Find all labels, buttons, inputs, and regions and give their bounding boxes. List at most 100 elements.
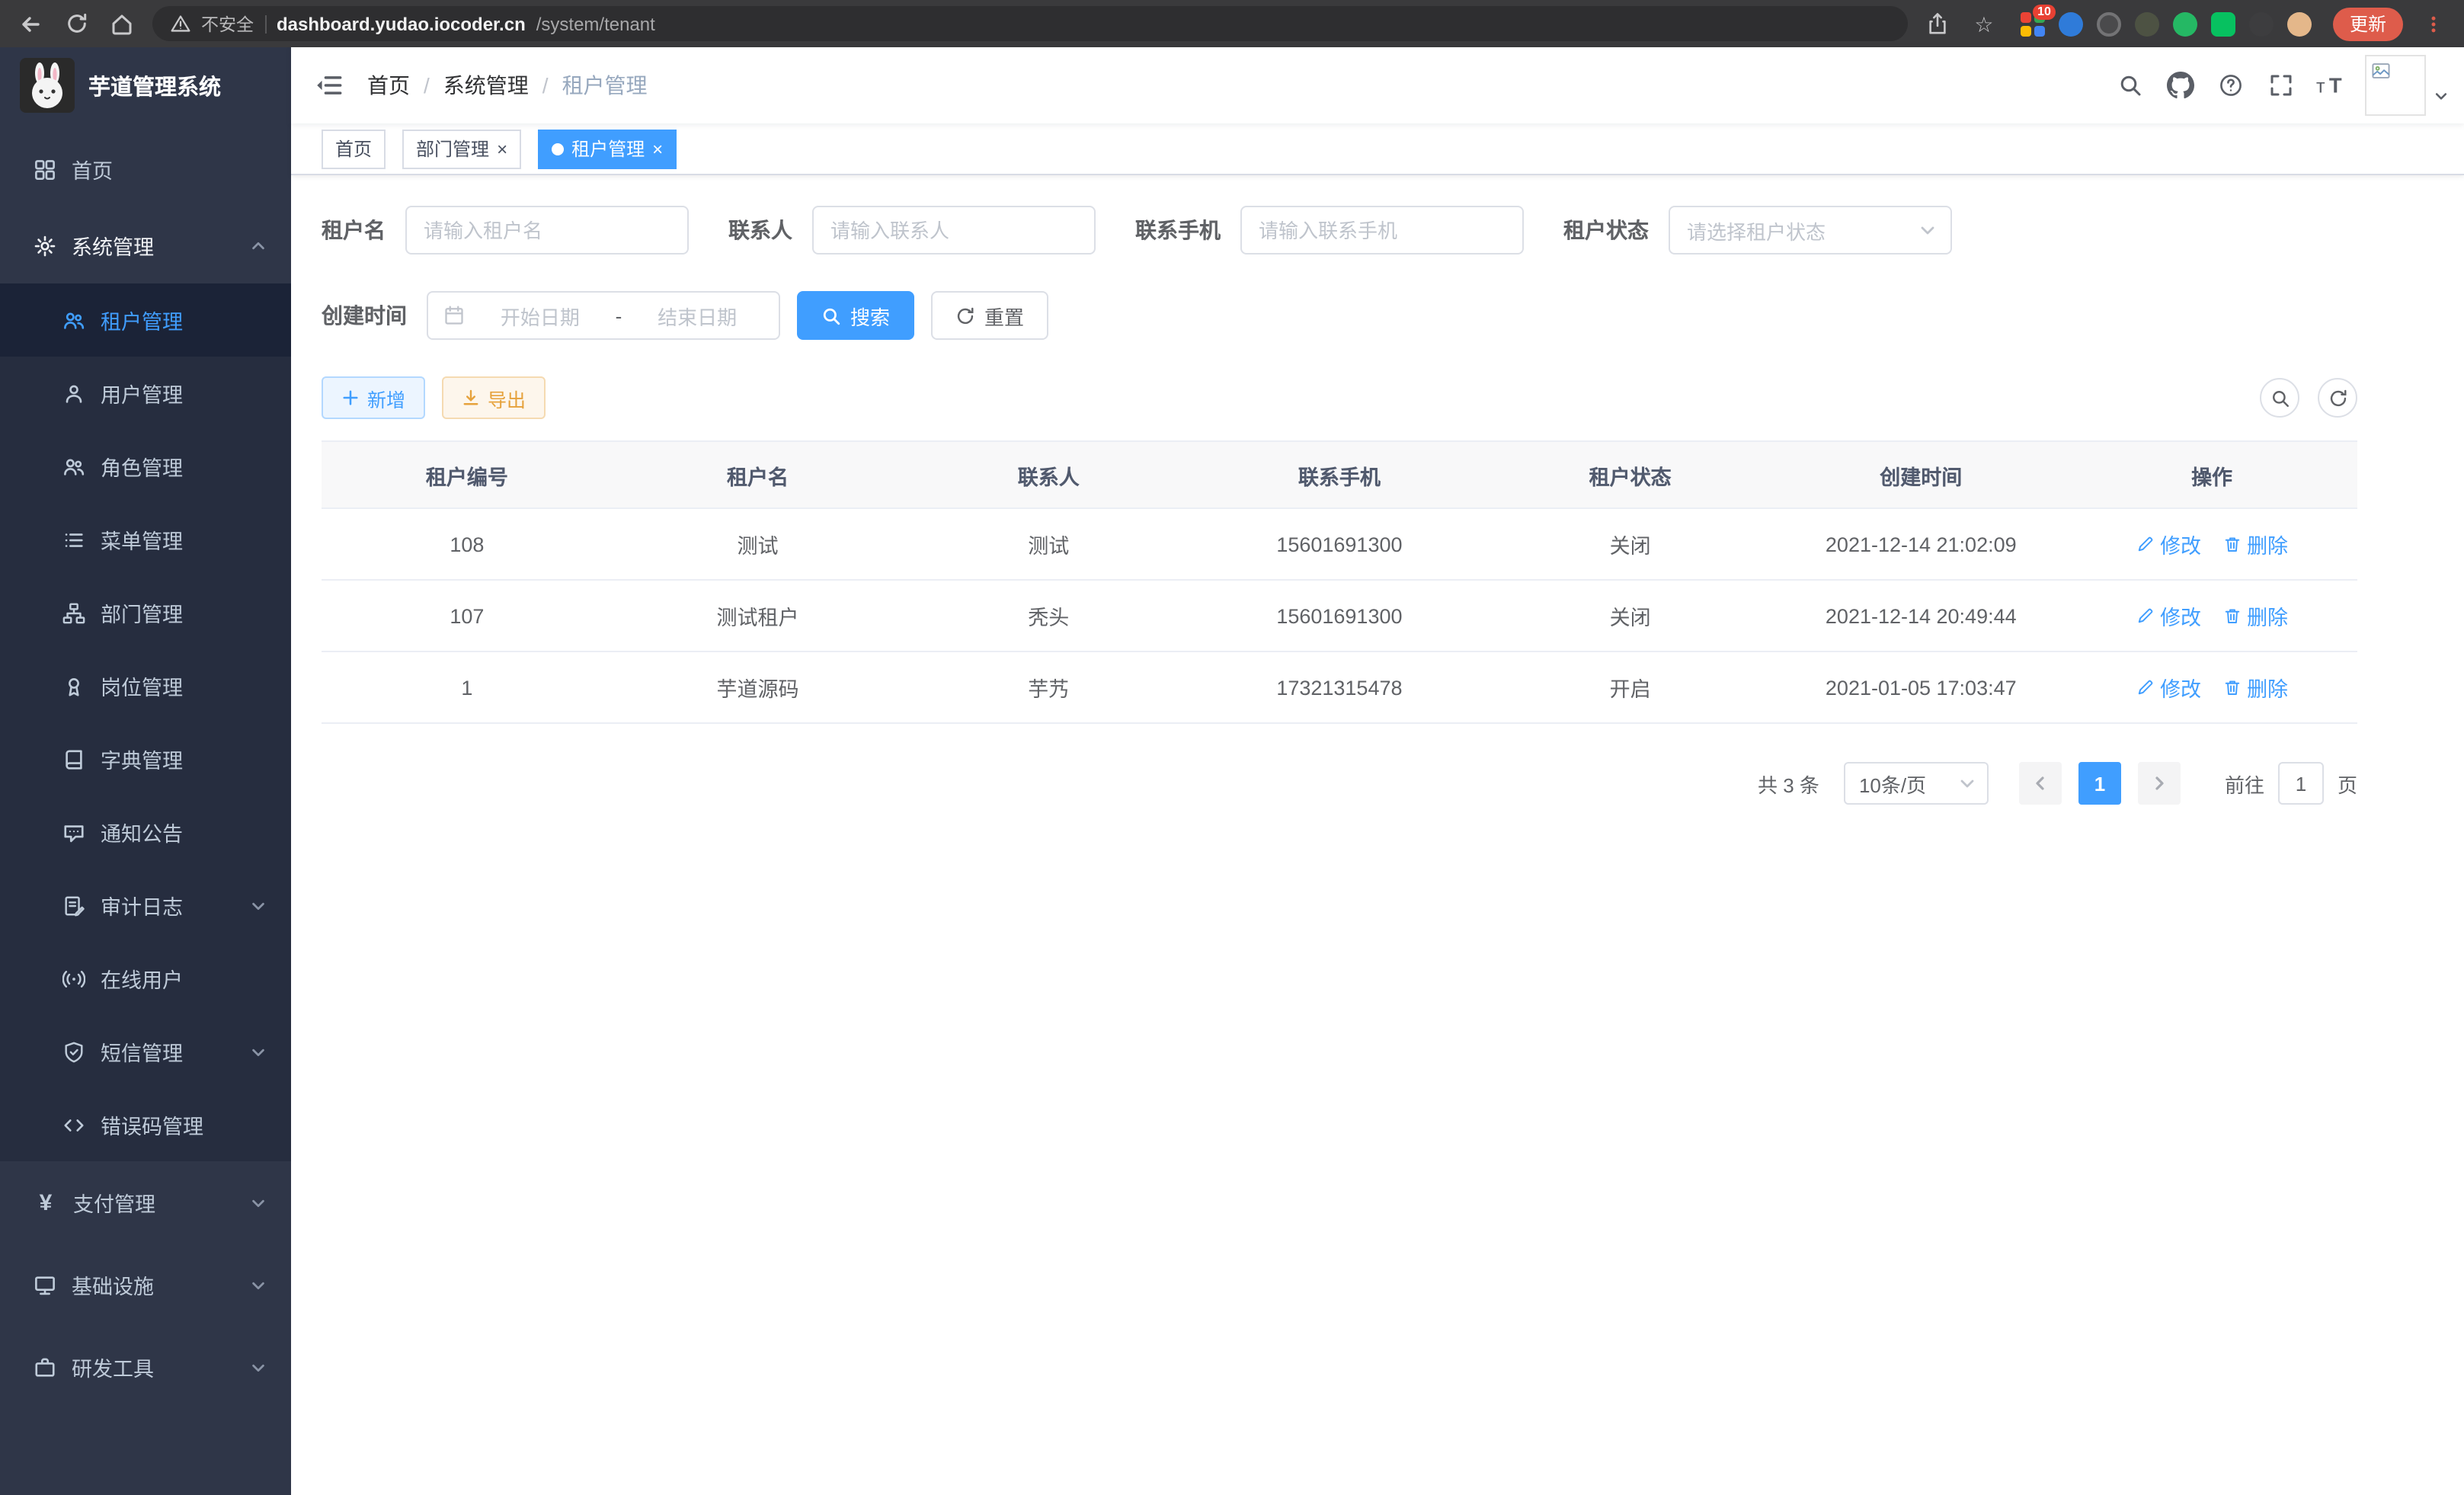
- sidebar-item-label: 岗位管理: [101, 671, 183, 701]
- export-button[interactable]: 导出: [442, 376, 546, 419]
- sidebar-item-tenant[interactable]: 租户管理: [0, 283, 291, 357]
- sidebar-item-dept[interactable]: 部门管理: [0, 576, 291, 649]
- help-button[interactable]: [2205, 47, 2255, 123]
- filter-contact: 联系人: [728, 206, 1096, 255]
- add-button[interactable]: 新增: [322, 376, 425, 419]
- sidebar-item-error-code[interactable]: 错误码管理: [0, 1088, 291, 1161]
- tag-label: 首页: [335, 136, 372, 162]
- table-row: 107 测试租户 秃头 15601691300 关闭 2021-12-14 20…: [322, 580, 2357, 651]
- trash-icon: [2222, 535, 2241, 553]
- update-button[interactable]: 更新: [2333, 7, 2403, 40]
- extension-icon[interactable]: [2059, 11, 2083, 36]
- prev-page-button[interactable]: [2019, 762, 2062, 805]
- cell-tenant-id: 107: [322, 580, 613, 651]
- toolbar-right: [2260, 378, 2357, 418]
- sidebar-item-label: 菜单管理: [101, 524, 183, 555]
- status-select[interactable]: 请选择租户状态: [1669, 206, 1952, 255]
- delete-link[interactable]: 删除: [2222, 600, 2288, 631]
- page-size-select[interactable]: 10条/页: [1844, 762, 1989, 805]
- chevron-up-icon: [250, 237, 267, 254]
- sidebar-item-user[interactable]: 用户管理: [0, 357, 291, 430]
- page-size-value: 10条/页: [1859, 769, 1926, 798]
- next-page-button[interactable]: [2138, 762, 2181, 805]
- share-button[interactable]: [1923, 8, 1954, 39]
- table-header-row: 租户编号 租户名 联系人 联系手机 租户状态 创建时间 操作: [322, 441, 2357, 508]
- trash-icon: [2222, 678, 2241, 696]
- sidebar-item-notice[interactable]: 通知公告: [0, 796, 291, 869]
- delete-link[interactable]: 删除: [2222, 672, 2288, 703]
- tag-label: 租户管理: [571, 136, 645, 162]
- sidebar-item-sms[interactable]: 短信管理: [0, 1015, 291, 1088]
- page-number-button[interactable]: 1: [2078, 762, 2121, 805]
- sidebar-item-payment[interactable]: ¥ 支付管理: [0, 1161, 291, 1244]
- breadcrumb-item[interactable]: 系统管理: [443, 70, 529, 101]
- sidebar-item-home[interactable]: 首页: [0, 131, 291, 207]
- field-label: 租户状态: [1563, 215, 1649, 245]
- org-tree-icon: [62, 601, 85, 624]
- sidebar-item-label: 部门管理: [101, 597, 183, 628]
- cell-tenant-name: 测试: [613, 508, 904, 580]
- search-button[interactable]: 搜索: [797, 291, 914, 340]
- font-size-button[interactable]: тT: [2306, 47, 2356, 123]
- sidebar-item-audit-log[interactable]: 审计日志: [0, 869, 291, 942]
- sidebar-item-menu[interactable]: 菜单管理: [0, 503, 291, 576]
- sidebar-item-post[interactable]: 岗位管理: [0, 649, 291, 722]
- tag-dept[interactable]: 部门管理 ×: [402, 129, 521, 168]
- extension-icon[interactable]: [2287, 11, 2312, 36]
- sidebar-item-dict[interactable]: 字典管理: [0, 722, 291, 796]
- cell-phone: 17321315478: [1194, 651, 1485, 723]
- sidebar-collapse-button[interactable]: [291, 47, 367, 123]
- header-search-button[interactable]: [2104, 47, 2155, 123]
- extension-icon[interactable]: 10: [2021, 11, 2045, 36]
- goto-page-input[interactable]: [2278, 762, 2324, 805]
- edit-link[interactable]: 修改: [2136, 529, 2201, 559]
- reload-button[interactable]: [61, 8, 91, 39]
- contact-input[interactable]: [812, 206, 1096, 255]
- table-row: 108 测试 测试 15601691300 关闭 2021-12-14 21:0…: [322, 508, 2357, 580]
- column-header: 联系手机: [1194, 441, 1485, 508]
- goto-label: 前往: [2225, 769, 2264, 798]
- back-button[interactable]: [15, 8, 46, 39]
- toggle-search-button[interactable]: [2260, 378, 2299, 418]
- edit-link[interactable]: 修改: [2136, 672, 2201, 703]
- column-header: 联系人: [903, 441, 1194, 508]
- home-button[interactable]: [107, 8, 137, 39]
- close-icon[interactable]: ×: [497, 139, 507, 158]
- cell-phone: 15601691300: [1194, 580, 1485, 651]
- sidebar-item-dev-tools[interactable]: 研发工具: [0, 1326, 291, 1408]
- github-link-button[interactable]: [2155, 47, 2205, 123]
- extension-icon[interactable]: [2211, 11, 2235, 36]
- fullscreen-button[interactable]: [2255, 47, 2306, 123]
- tenant-name-input[interactable]: [405, 206, 689, 255]
- breadcrumb-item[interactable]: 首页: [367, 70, 410, 101]
- tag-tenant-active[interactable]: 租户管理 ×: [538, 129, 677, 168]
- extension-icon[interactable]: [2097, 11, 2121, 36]
- browser-menu-button[interactable]: [2418, 8, 2449, 39]
- reset-button[interactable]: 重置: [931, 291, 1048, 340]
- sidebar-item-role[interactable]: 角色管理: [0, 430, 291, 503]
- sidebar: 芋道管理系统 首页 系统管理 租户管理: [0, 47, 291, 1495]
- date-range-picker[interactable]: 开始日期 - 结束日期: [427, 291, 780, 340]
- extension-icon[interactable]: [2135, 11, 2159, 36]
- edit-link[interactable]: 修改: [2136, 600, 2201, 631]
- bookmark-button[interactable]: ☆: [1969, 8, 1999, 39]
- sidebar-item-system[interactable]: 系统管理: [0, 207, 291, 283]
- svg-text:T: T: [2329, 72, 2342, 96]
- address-bar[interactable]: 不安全 dashboard.yudao.iocoder.cn/system/te…: [152, 6, 1908, 41]
- cell-actions: 修改 删除: [2066, 580, 2357, 651]
- sidebar-item-infrastructure[interactable]: 基础设施: [0, 1244, 291, 1326]
- delete-link[interactable]: 删除: [2222, 529, 2288, 559]
- phone-input[interactable]: [1240, 206, 1524, 255]
- close-icon[interactable]: ×: [652, 139, 663, 158]
- refresh-table-button[interactable]: [2318, 378, 2357, 418]
- sidebar-item-online-users[interactable]: 在线用户: [0, 942, 291, 1015]
- extension-icon[interactable]: [2173, 11, 2197, 36]
- tag-home[interactable]: 首页: [322, 129, 386, 168]
- user-avatar[interactable]: [2365, 55, 2426, 116]
- page-content: 租户名 联系人 联系手机 租户状态 请选择租户状态: [291, 175, 2464, 835]
- app-logo[interactable]: 芋道管理系统: [0, 47, 291, 123]
- avatar-caret-icon[interactable]: [2434, 88, 2449, 104]
- cell-contact: 秃头: [903, 580, 1194, 651]
- extension-icon[interactable]: [2249, 11, 2274, 36]
- edit-label: 修改: [2160, 529, 2201, 559]
